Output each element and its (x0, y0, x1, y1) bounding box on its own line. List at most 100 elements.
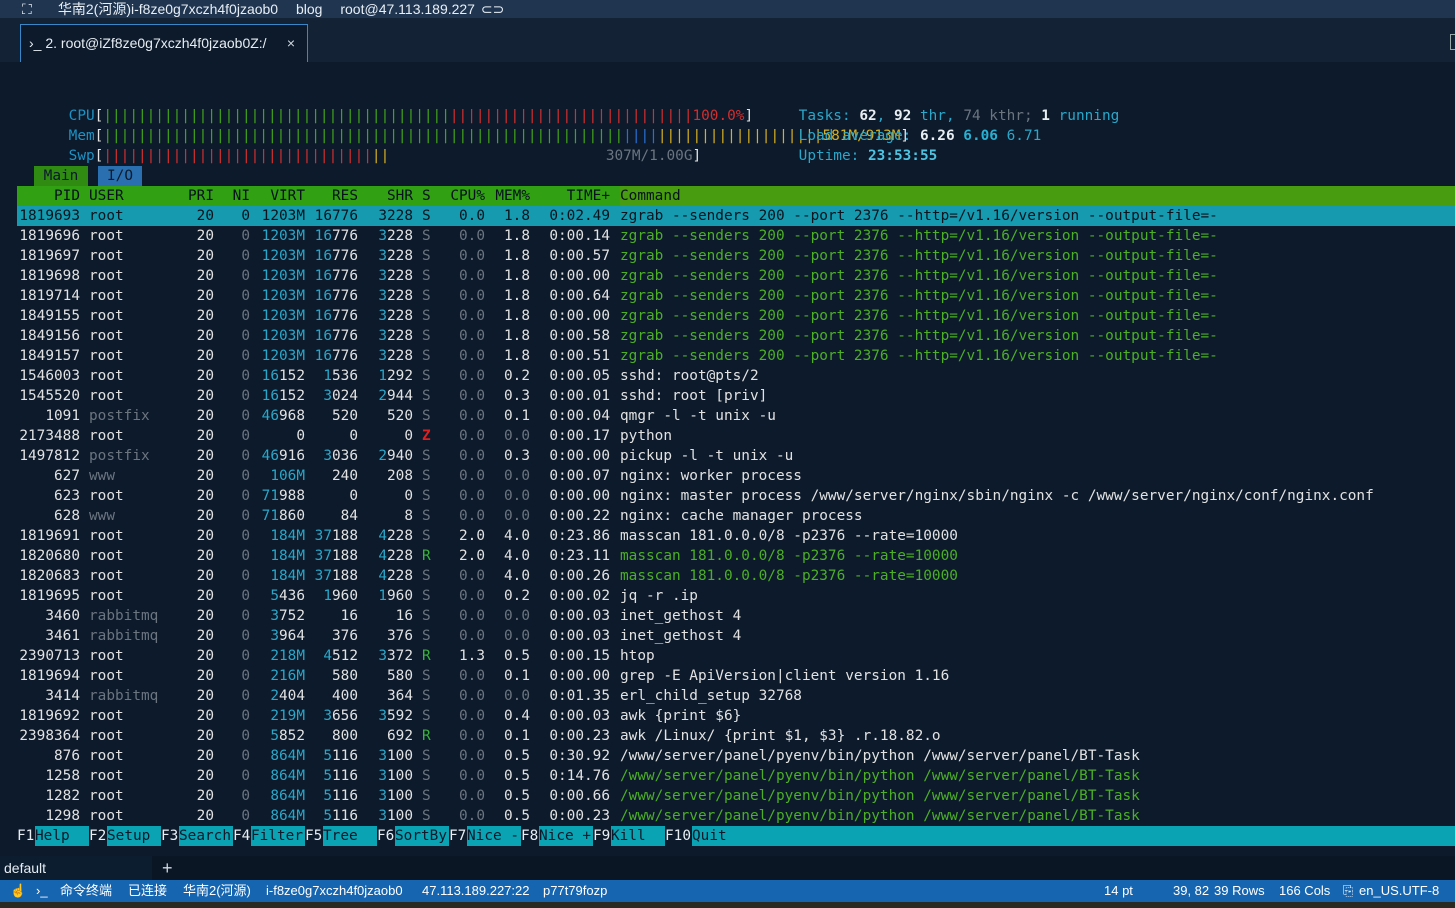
process-cell-pid[interactable]: 3460 (45, 606, 80, 626)
column-header-s[interactable]: S (422, 186, 431, 206)
fkey-f9-label[interactable]: Kill (611, 826, 646, 846)
process-cell-pid[interactable]: 1819692 (19, 706, 80, 726)
process-cell-pid[interactable]: 1819693 (19, 206, 80, 226)
fkey-f10-label[interactable]: Quit (692, 826, 727, 846)
column-header-pid[interactable]: PID (54, 186, 80, 206)
process-cell-mem: 0.5 (504, 648, 530, 664)
fkey-f6-label[interactable]: SortBy (395, 826, 447, 846)
process-cell-res: 376 (332, 628, 358, 644)
process-cell-s: S (422, 488, 431, 504)
process-cell-virt: 5436 (270, 588, 305, 604)
process-cell-virt: 184M (270, 548, 305, 564)
process-cell-res: 16 (340, 608, 358, 624)
process-cell-pid[interactable]: 1819696 (19, 226, 80, 246)
font-size[interactable]: 14 pt (1104, 880, 1133, 902)
process-cell-pid[interactable]: 1282 (45, 786, 80, 806)
process-cell-res: 3024 (323, 388, 358, 404)
process-cell-pid[interactable]: 627 (54, 466, 80, 486)
process-cell-res: 1960 (323, 588, 358, 604)
process-cell-user: root (89, 488, 124, 504)
process-cell-pid[interactable]: 1819691 (19, 526, 80, 546)
column-header-user[interactable]: USER (89, 186, 124, 206)
process-cell-pid[interactable]: 1819697 (19, 246, 80, 266)
expand-icon[interactable]: ⛶ (0, 0, 48, 18)
process-cell-pid[interactable]: 1091 (45, 406, 80, 426)
column-header-virt[interactable]: VIRT (270, 186, 305, 206)
hand-icon[interactable]: ☝ (10, 880, 26, 902)
fkey-f4[interactable]: F4 (233, 826, 251, 846)
column-header-shr[interactable]: SHR (387, 186, 413, 206)
process-cell-pid[interactable]: 1819698 (19, 266, 80, 286)
tab-main[interactable]: Main (34, 166, 88, 186)
process-cell-cpu: 0.0 (459, 608, 485, 624)
process-cell-cpu: 0.0 (459, 348, 485, 364)
fkey-f7[interactable]: F7 (449, 826, 467, 846)
tab-io[interactable]: I/O (98, 166, 142, 186)
process-cell-user: root (89, 348, 124, 364)
column-header-ni[interactable]: NI (233, 186, 250, 206)
column-header-pri[interactable]: PRI (188, 186, 214, 206)
process-cell-mem: 0.1 (504, 728, 530, 744)
fkey-f8-label[interactable]: Nice + (539, 826, 591, 846)
process-cell-pid[interactable]: 1819695 (19, 586, 80, 606)
process-cell-pid[interactable]: 2390713 (19, 646, 80, 666)
process-cell-pid[interactable]: 628 (54, 506, 80, 526)
process-cell-pid[interactable]: 1298 (45, 806, 80, 826)
close-icon[interactable]: × (287, 25, 295, 61)
process-cell-pid[interactable]: 1819714 (19, 286, 80, 306)
process-cell-pid[interactable]: 1849155 (19, 306, 80, 326)
fkey-f2-label[interactable]: Setup (107, 826, 150, 846)
fkey-f6[interactable]: F6 (377, 826, 395, 846)
add-session-icon[interactable]: + (162, 856, 173, 880)
process-cell-mem: 0.0 (504, 468, 530, 484)
process-cell-pid[interactable]: 1545520 (19, 386, 80, 406)
process-cell-s: S (422, 768, 431, 784)
process-cell-pid[interactable]: 2173488 (19, 426, 80, 446)
fkey-f3[interactable]: F3 (161, 826, 179, 846)
column-header-res[interactable]: RES (332, 186, 358, 206)
command-column-header[interactable] (620, 186, 1455, 206)
fkey-f7-label[interactable]: Nice - (467, 826, 519, 846)
process-cell-shr: 376 (387, 628, 413, 644)
process-cell-pid[interactable]: 1819694 (19, 666, 80, 686)
process-cell-virt: 0 (296, 428, 305, 444)
fkey-f3-label[interactable]: Search (179, 826, 231, 846)
process-cell-s: S (422, 608, 431, 624)
fkey-f5[interactable]: F5 (305, 826, 323, 846)
process-cell-pid[interactable]: 2398364 (19, 726, 80, 746)
process-cell-pid[interactable]: 1849157 (19, 346, 80, 366)
process-cell-pid[interactable]: 1258 (45, 766, 80, 786)
fkey-f4-label[interactable]: Filter (251, 826, 303, 846)
process-cell-pid[interactable]: 3461 (45, 626, 80, 646)
column-header-cpu[interactable]: CPU% (450, 186, 485, 206)
process-cell-ni: 0 (241, 348, 250, 364)
tab-overflow-icon[interactable] (1450, 34, 1455, 50)
process-cell-pid[interactable]: 3414 (45, 686, 80, 706)
column-header-mem[interactable]: MEM% (495, 186, 530, 206)
fkey-f1[interactable]: F1 (17, 826, 35, 846)
terminal-screen[interactable]: CPU[||||||||||||||||||||||||||||||||||||… (10, 62, 1455, 856)
uptime: Uptime: 23:53:55 (798, 148, 938, 164)
column-header-time[interactable]: TIME+ (567, 186, 610, 206)
fkey-f9[interactable]: F9 (593, 826, 611, 846)
column-header-cmd[interactable]: Command (620, 186, 681, 206)
process-cell-time: 0:00.03 (549, 708, 610, 724)
process-cell-s: S (422, 208, 431, 224)
process-cell-pri: 20 (196, 688, 214, 704)
process-cell-s: S (422, 668, 431, 684)
process-cell-pid[interactable]: 1546003 (19, 366, 80, 386)
fkey-f8[interactable]: F8 (521, 826, 539, 846)
fkey-f1-label[interactable]: Help (35, 826, 70, 846)
process-cell-pid[interactable]: 1497812 (19, 446, 80, 466)
process-cell-pid[interactable]: 1820683 (19, 566, 80, 586)
encoding-label[interactable]: en_US.UTF-8 (1359, 880, 1439, 902)
process-cell-pid[interactable]: 623 (54, 486, 80, 506)
process-cell-pid[interactable]: 1849156 (19, 326, 80, 346)
process-cell-pid[interactable]: 876 (54, 746, 80, 766)
tab-terminal-2[interactable]: ›_ 2. root@iZf8ze0g7xczh4f0jzaob0Z:/ × (20, 24, 308, 62)
session-tab-default[interactable]: default (0, 856, 152, 880)
fkey-f5-label[interactable]: Tree (323, 826, 358, 846)
process-cell-pid[interactable]: 1820680 (19, 546, 80, 566)
fkey-f2[interactable]: F2 (89, 826, 107, 846)
fkey-f10[interactable]: F10 (665, 826, 692, 846)
